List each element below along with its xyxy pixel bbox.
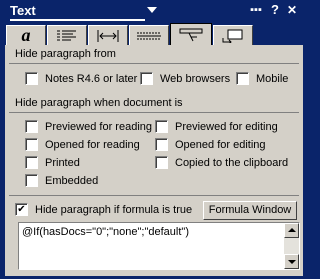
checkbox-box[interactable]	[25, 156, 38, 169]
tab-spacing[interactable]	[88, 25, 128, 45]
checkbox-label: Embedded	[45, 174, 99, 187]
divider	[9, 195, 299, 196]
properties-panel: Hide paragraph from Notes R4.6 or later …	[5, 45, 303, 276]
checkbox-previewed-reading[interactable]: Previewed for reading	[25, 119, 152, 134]
checkbox-label: Hide paragraph if formula is true	[35, 203, 193, 216]
close-button[interactable]: ✕	[285, 3, 299, 17]
checkbox-notes-r46[interactable]: Notes R4.6 or later	[25, 71, 137, 86]
checkbox-previewed-editing[interactable]: Previewed for editing	[155, 119, 278, 134]
checkbox-label: Previewed for reading	[45, 120, 153, 133]
checkbox-label: Mobile	[256, 72, 289, 85]
checkbox-embedded[interactable]: Embedded	[25, 173, 98, 188]
properties-type-selector[interactable]: Text	[10, 3, 145, 21]
checkbox-opened-editing[interactable]: Opened for editing	[155, 137, 266, 152]
checkbox-opened-reading[interactable]: Opened for reading	[25, 137, 140, 152]
checkbox-box[interactable]	[155, 138, 168, 151]
tab-style[interactable]	[213, 25, 253, 45]
tab-paragraph-alignment[interactable]	[47, 25, 87, 45]
tab-strip: a	[5, 23, 305, 46]
check-mark-icon[interactable]: ✔	[15, 203, 28, 216]
formula-text[interactable]: @If(hasDocs="0";"none";"default")	[22, 226, 189, 238]
checkbox-box[interactable]	[25, 72, 38, 85]
checkbox-label: Web browsers	[160, 72, 231, 85]
arrow-down-icon	[288, 260, 296, 264]
tab-hide-paragraph[interactable]	[170, 23, 212, 46]
checkbox-label: Notes R4.6 or later	[45, 72, 138, 85]
checkbox-copied-clipboard[interactable]: Copied to the clipboard	[155, 155, 288, 170]
checkbox-printed[interactable]: Printed	[25, 155, 80, 170]
checkbox-box[interactable]	[25, 174, 38, 187]
arrow-up-icon	[288, 228, 296, 232]
scroll-down-button[interactable]	[284, 254, 299, 269]
title-bar: Text ▪▪▪ ? ✕	[0, 0, 308, 23]
style-icon	[222, 29, 243, 43]
hide-when-header: Hide paragraph when document is	[9, 95, 299, 113]
checkbox-label: Copied to the clipboard	[175, 156, 289, 169]
window-title: Text	[10, 3, 36, 18]
checkbox-box[interactable]	[155, 156, 168, 169]
formula-window-button[interactable]: Formula Window	[203, 201, 297, 220]
checkbox-label: Opened for reading	[45, 138, 140, 151]
paragraph-alignment-icon	[57, 30, 76, 40]
more-dots-icon[interactable]: ▪▪▪	[249, 3, 263, 17]
lines-icon	[137, 32, 161, 39]
italic-a-icon: a	[21, 25, 31, 45]
checkbox-box[interactable]	[155, 120, 168, 133]
tab-lines[interactable]	[129, 25, 169, 45]
checkbox-label: Opened for editing	[175, 138, 266, 151]
checkbox-box[interactable]	[25, 120, 38, 133]
help-button[interactable]: ?	[268, 3, 282, 17]
scroll-up-button[interactable]	[284, 223, 299, 238]
formula-input[interactable]: @If(hasDocs="0";"none";"default")	[18, 222, 300, 270]
spacing-arrows-icon	[97, 29, 119, 42]
checkbox-web-browsers[interactable]: Web browsers	[140, 71, 230, 86]
hide-from-header: Hide paragraph from	[9, 46, 299, 64]
tab-font[interactable]: a	[6, 25, 46, 45]
checkbox-label: Previewed for editing	[175, 120, 278, 133]
checkbox-mobile[interactable]: Mobile	[236, 71, 288, 86]
formula-scrollbar[interactable]	[284, 223, 299, 269]
checkbox-box[interactable]	[236, 72, 249, 85]
chevron-down-icon[interactable]	[147, 7, 157, 13]
checkbox-box[interactable]	[25, 138, 38, 151]
hide-paragraph-icon	[179, 28, 203, 42]
checkbox-label: Printed	[45, 156, 80, 169]
checkbox-hide-if-formula[interactable]: ✔ Hide paragraph if formula is true	[15, 202, 192, 217]
checkbox-box[interactable]	[140, 72, 153, 85]
